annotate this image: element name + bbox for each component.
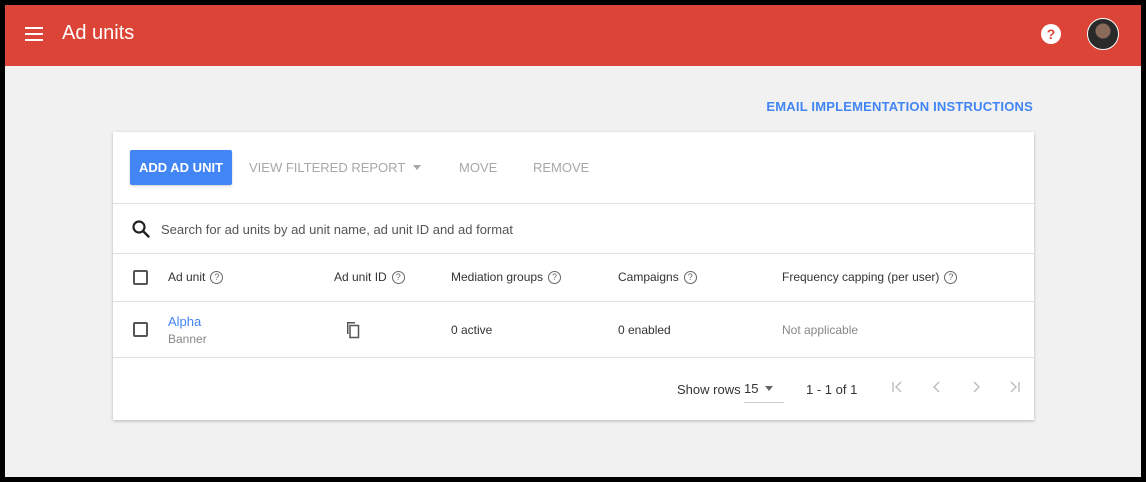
app-bar: Ad units ? [5, 5, 1141, 66]
pagination-bar: Show rows 15 1 - 1 of 1 [113, 358, 1034, 418]
column-label: Campaigns [618, 270, 679, 284]
move-button[interactable]: MOVE [459, 150, 497, 185]
ad-unit-format: Banner [168, 332, 207, 346]
add-ad-unit-button[interactable]: ADD AD UNIT [130, 150, 233, 185]
column-label: Ad unit [168, 270, 206, 284]
table-row[interactable]: Alpha Banner 0 active 0 enabled Not appl… [113, 302, 1034, 358]
column-header-frequency-capping[interactable]: Frequency capping (per user) ? [782, 270, 958, 284]
pagination-range: 1 - 1 of 1 [806, 382, 858, 397]
column-header-mediation-groups[interactable]: Mediation groups ? [451, 270, 562, 284]
row-checkbox[interactable] [133, 322, 148, 337]
avatar[interactable] [1087, 18, 1119, 50]
column-header-ad-unit[interactable]: Ad unit ? [168, 270, 224, 284]
page-title: Ad units [62, 22, 135, 44]
copy-icon[interactable] [344, 321, 360, 339]
app-window: Ad units ? EMAIL IMPLEMENTATION INSTRUCT… [5, 5, 1141, 477]
view-filtered-report-label: VIEW FILTERED REPORT [249, 160, 406, 175]
help-circle-icon[interactable]: ? [548, 270, 562, 284]
chevron-down-icon [765, 386, 774, 391]
view-filtered-report-button[interactable]: VIEW FILTERED REPORT [249, 150, 422, 185]
column-label: Mediation groups [451, 270, 544, 284]
frequency-capping-value: Not applicable [782, 323, 859, 337]
show-rows-label: Show rows [677, 382, 741, 397]
ad-unit-cell: Alpha Banner [168, 314, 207, 346]
last-page-icon[interactable] [1007, 380, 1021, 394]
first-page-icon[interactable] [891, 380, 905, 394]
column-label: Frequency capping (per user) [782, 270, 940, 284]
search-bar [113, 204, 1034, 254]
next-page-icon[interactable] [969, 380, 983, 394]
email-instructions-link[interactable]: EMAIL IMPLEMENTATION INSTRUCTIONS [766, 99, 1033, 114]
menu-icon[interactable] [25, 27, 43, 41]
column-header-campaigns[interactable]: Campaigns ? [618, 270, 697, 284]
campaigns-value: 0 enabled [618, 323, 671, 337]
rows-per-page-select[interactable]: 15 [744, 375, 784, 403]
help-circle-icon[interactable]: ? [683, 270, 697, 284]
help-circle-icon[interactable]: ? [210, 270, 224, 284]
table-header: Ad unit ? Ad unit ID ? Mediation groups … [113, 254, 1034, 302]
search-input[interactable] [161, 216, 921, 242]
mediation-groups-value: 0 active [451, 323, 493, 337]
chevron-down-icon [413, 165, 422, 170]
rows-per-page-value: 15 [744, 381, 759, 396]
search-icon [132, 220, 150, 238]
ad-unit-name-link[interactable]: Alpha [168, 314, 207, 329]
column-label: Ad unit ID [334, 270, 387, 284]
toolbar: ADD AD UNIT VIEW FILTERED REPORT MOVE RE… [113, 132, 1034, 204]
remove-button[interactable]: REMOVE [533, 150, 589, 185]
help-circle-icon[interactable]: ? [391, 270, 405, 284]
column-header-ad-unit-id[interactable]: Ad unit ID ? [334, 270, 405, 284]
help-circle-icon[interactable]: ? [944, 270, 958, 284]
help-icon[interactable]: ? [1041, 24, 1061, 44]
previous-page-icon[interactable] [930, 380, 944, 394]
ad-units-card: ADD AD UNIT VIEW FILTERED REPORT MOVE RE… [113, 132, 1034, 420]
select-all-checkbox[interactable] [133, 270, 148, 285]
